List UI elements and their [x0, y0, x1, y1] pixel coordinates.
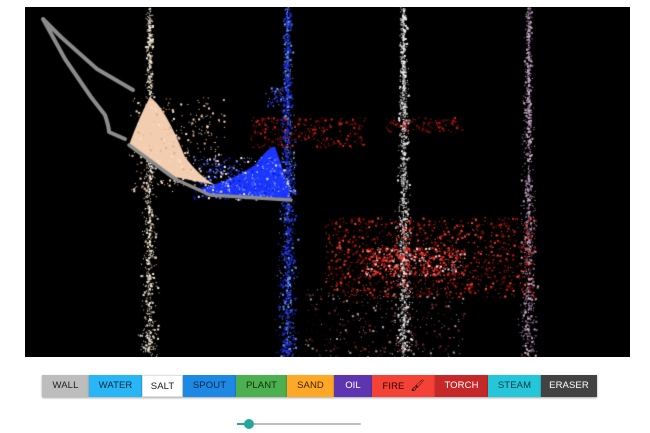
- tool-label-wall: WALL: [52, 380, 79, 391]
- tool-button-spout[interactable]: SPOUT: [183, 375, 236, 397]
- tool-label-spout: SPOUT: [192, 380, 227, 391]
- tool-button-oil[interactable]: OIL: [334, 375, 372, 397]
- tool-label-oil: OIL: [345, 380, 361, 391]
- tool-label-plant: PLANT: [245, 380, 278, 391]
- tool-button-eraser[interactable]: ERASER: [541, 375, 597, 397]
- tool-button-sand[interactable]: SAND: [287, 375, 334, 397]
- element-toolbar: WALL WATER SALT SPOUT PLANT SAND OIL FIRE 🖌 TORCH…: [42, 375, 597, 397]
- brush-size-slider-track[interactable]: [237, 423, 361, 425]
- tool-label-steam: STEAM: [497, 380, 532, 391]
- tool-button-salt[interactable]: SALT: [142, 375, 183, 397]
- tool-button-steam[interactable]: STEAM: [488, 375, 541, 397]
- tool-button-wall[interactable]: WALL: [42, 375, 89, 397]
- tool-button-fire[interactable]: FIRE 🖌: [372, 375, 435, 397]
- tool-label-fire: FIRE: [382, 381, 405, 392]
- sandbox-canvas-area[interactable]: [25, 7, 630, 357]
- brush-size-slider-thumb[interactable]: [244, 419, 255, 429]
- tool-label-water: WATER: [98, 380, 133, 391]
- tool-label-eraser: ERASER: [549, 380, 589, 391]
- tool-button-plant[interactable]: PLANT: [236, 375, 287, 397]
- paintbrush-icon: 🖌: [410, 380, 425, 392]
- sandbox-canvas[interactable]: [25, 7, 630, 357]
- brush-size-slider[interactable]: [229, 417, 361, 431]
- tool-button-water[interactable]: WATER: [89, 375, 142, 397]
- tool-label-sand: SAND: [297, 380, 324, 391]
- tool-label-torch: TORCH: [444, 380, 479, 391]
- tool-label-salt: SALT: [150, 381, 175, 392]
- tool-button-torch[interactable]: TORCH: [435, 375, 488, 397]
